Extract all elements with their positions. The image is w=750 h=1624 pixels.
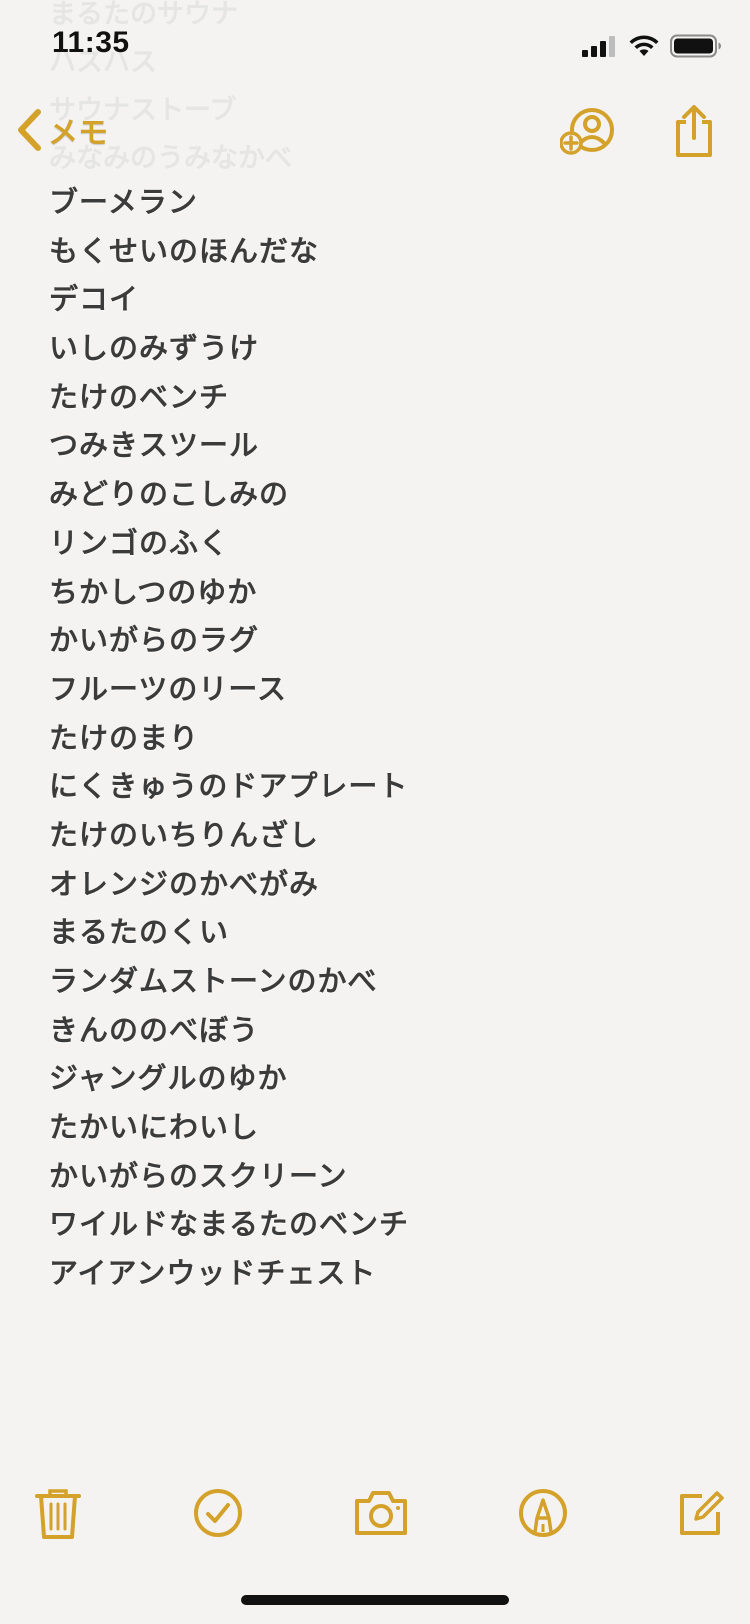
delete-button[interactable] — [35, 1488, 81, 1544]
note-line[interactable]: ブーメラン — [49, 178, 409, 227]
note-line[interactable]: ワイルドなまるたのベンチ — [49, 1200, 409, 1249]
back-button-label: メモ — [48, 116, 108, 151]
share-button[interactable] — [673, 104, 715, 162]
note-line[interactable]: ちかしつのゆか — [49, 568, 409, 617]
note-line[interactable]: まるたのくい — [49, 908, 409, 957]
battery-icon — [670, 34, 721, 58]
back-button[interactable]: メモ — [14, 108, 108, 152]
add-person-button[interactable] — [559, 106, 616, 162]
camera-button[interactable] — [354, 1490, 408, 1540]
note-line[interactable]: もくせいのほんだな — [49, 227, 409, 276]
note-line[interactable]: アイアンウッドチェスト — [49, 1249, 409, 1298]
note-line[interactable]: きんののべぼう — [49, 1006, 409, 1055]
note-line[interactable]: つみきスツール — [49, 421, 409, 470]
status-time: 11:35 — [52, 26, 130, 59]
note-body[interactable]: ブーメラン もくせいのほんだな デコイ いしのみずうけ たけのベンチ つみきスツ… — [49, 178, 409, 1298]
add-person-icon — [559, 108, 614, 155]
note-line[interactable]: いしのみずうけ — [49, 324, 409, 373]
compose-button[interactable] — [678, 1488, 724, 1540]
note-line[interactable]: リンゴのふく — [49, 519, 409, 568]
notes-screen: まるたのサウナ ハスハス サウナストーブ みなみのうみなかべ 11:35 メモ — [0, 0, 750, 1624]
note-line[interactable]: みどりのこしみの — [49, 470, 409, 519]
checkmark-circle-icon — [194, 1489, 242, 1537]
markup-button[interactable] — [518, 1488, 568, 1542]
note-line[interactable]: かいがらのラグ — [49, 616, 409, 665]
camera-icon — [355, 1491, 407, 1535]
trash-icon — [35, 1489, 81, 1539]
note-line[interactable]: ランダムストーンのかべ — [49, 957, 409, 1006]
wifi-icon — [629, 35, 659, 56]
note-line[interactable]: かいがらのスクリーン — [49, 1152, 409, 1201]
note-line[interactable]: フルーツのリース — [49, 665, 409, 714]
note-line[interactable]: オレンジのかべがみ — [49, 860, 409, 909]
compose-icon — [680, 1491, 724, 1535]
note-line[interactable]: たかいにわいし — [49, 1103, 409, 1152]
note-line[interactable]: ジャングルのゆか — [49, 1054, 409, 1103]
markup-pen-icon — [519, 1489, 567, 1537]
home-indicator[interactable] — [241, 1595, 509, 1605]
cellular-signal-icon — [582, 36, 615, 57]
share-icon — [676, 105, 712, 157]
chevron-left-icon — [18, 109, 41, 151]
checklist-button[interactable] — [193, 1488, 243, 1542]
note-line[interactable]: デコイ — [49, 275, 409, 324]
note-line[interactable]: たけのまり — [49, 714, 409, 763]
note-line[interactable]: たけのベンチ — [49, 373, 409, 422]
status-icons — [582, 32, 722, 60]
note-line[interactable]: たけのいちりんざし — [49, 811, 409, 860]
note-line[interactable]: にくきゅうのドアプレート — [49, 762, 409, 811]
